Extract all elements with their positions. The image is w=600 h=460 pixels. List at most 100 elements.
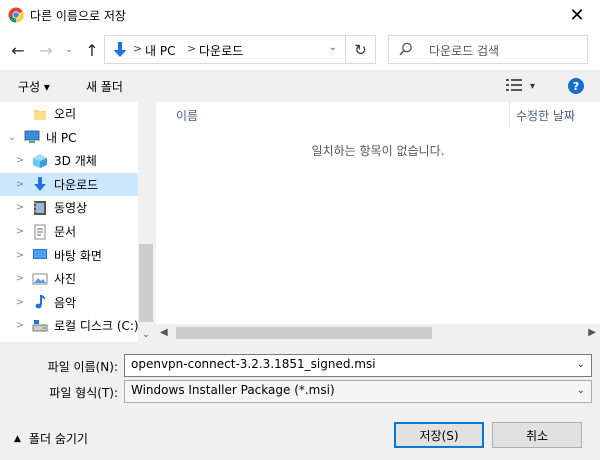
scroll-down-icon[interactable]: ⌄ xyxy=(138,328,154,342)
hide-folders-label: 폴더 숨기기 xyxy=(28,432,88,446)
back-arrow-icon: ← xyxy=(11,40,25,60)
tree-item-label: 사진 xyxy=(54,272,77,287)
search-placeholder: 다운로드 검색 xyxy=(429,44,500,58)
back-button[interactable]: ← xyxy=(8,40,28,60)
up-arrow-icon: ↑ xyxy=(85,40,99,60)
view-options-button[interactable]: ▾ xyxy=(506,78,542,94)
command-toolbar: 구성 ▾ 새 폴더 ▾ xyxy=(0,70,600,102)
documents-icon xyxy=(32,224,48,240)
tree-item[interactable]: > 사진 xyxy=(0,267,138,290)
cancel-button-label: 취소 xyxy=(525,428,549,443)
breadcrumb-separator: > xyxy=(187,42,197,55)
address-bar[interactable]: > 내 PC > 다운로드 ⌄ xyxy=(104,35,346,64)
chevron-right-icon[interactable]: > xyxy=(14,155,26,166)
tree-item-label: 내 PC xyxy=(46,130,77,145)
close-button[interactable]: ✕ xyxy=(554,0,600,30)
tree-item[interactable]: > 바탕 화면 xyxy=(0,244,138,267)
chrome-icon xyxy=(8,7,24,23)
pc-icon xyxy=(24,129,40,145)
help-button[interactable]: ? xyxy=(568,78,584,94)
close-icon: ✕ xyxy=(569,4,585,26)
search-input[interactable]: 다운로드 검색 xyxy=(388,35,588,64)
save-form: 파일 이름(N): openvpn-connect-3.2.3.1851_sig… xyxy=(0,342,600,460)
chevron-right-icon[interactable]: > xyxy=(14,226,26,237)
address-dropdown-icon[interactable]: ⌄ xyxy=(329,42,337,53)
tree-item-label: 오리 xyxy=(54,107,77,121)
chevron-right-icon[interactable]: > xyxy=(14,179,26,190)
title-bar: 다른 이름으로 저장 ✕ xyxy=(0,0,600,30)
column-header-name[interactable]: 이름 xyxy=(176,107,198,133)
tree-item-label: 다운로드 xyxy=(54,177,99,192)
refresh-icon: ↻ xyxy=(354,40,367,59)
tree-item[interactable]: > 다운로드 xyxy=(0,172,138,196)
up-button[interactable]: ↑ xyxy=(82,40,102,60)
chevron-right-icon[interactable]: > xyxy=(14,297,26,308)
tree-item[interactable]: > 로컬 디스크 (C:) xyxy=(0,314,139,337)
filetype-label: 파일 형식(T): xyxy=(49,386,118,400)
folder-icon xyxy=(32,106,48,122)
tree-item-label: 바탕 화면 xyxy=(54,248,102,263)
hide-folders-button[interactable]: ▲ 폴더 숨기기 xyxy=(14,430,88,447)
filename-field[interactable]: openvpn-connect-3.2.3.1851_signed.msi ⌄ xyxy=(124,354,592,377)
videos-icon xyxy=(32,200,48,216)
save-as-dialog: 다른 이름으로 저장 ✕ ← → ⌄ ↑ > 내 PC > 다운로드 ⌄ ↻ 다… xyxy=(0,0,600,460)
tree-item[interactable]: >3D 개체 xyxy=(0,149,138,172)
recent-locations-button[interactable]: ⌄ xyxy=(62,40,76,60)
chevron-down-icon[interactable]: ⌄ xyxy=(6,132,18,143)
cancel-button[interactable]: 취소 xyxy=(492,422,582,448)
refresh-button[interactable]: ↻ xyxy=(346,35,376,64)
navigation-pane-scrollbar[interactable]: ⌄ xyxy=(138,102,154,342)
tree-item[interactable]: > 문서 xyxy=(0,220,138,243)
forward-button[interactable]: → xyxy=(36,40,56,60)
downloads-icon xyxy=(32,176,48,192)
local-disk-icon xyxy=(32,318,48,334)
chevron-right-icon[interactable]: > xyxy=(14,250,26,261)
tree-item-label: 3D 개체 xyxy=(54,154,97,169)
column-header-date-modified[interactable]: 수정한 날짜 xyxy=(516,107,575,133)
save-button[interactable]: 저장(S) xyxy=(394,422,484,448)
filename-dropdown-icon[interactable]: ⌄ xyxy=(577,359,585,370)
filename-value: openvpn-connect-3.2.3.1851_signed.msi xyxy=(131,357,376,371)
forward-arrow-icon: → xyxy=(39,40,53,60)
horizontal-scrollbar[interactable]: ◀ ▶ xyxy=(156,324,600,342)
help-icon: ? xyxy=(572,79,580,93)
search-icon xyxy=(399,42,413,56)
filetype-select[interactable]: Windows Installer Package (*.msi) ⌄ xyxy=(124,380,592,403)
tree-item-label: 동영상 xyxy=(54,201,88,216)
breadcrumb-my-pc[interactable]: 내 PC xyxy=(145,42,175,59)
pictures-icon xyxy=(32,271,48,287)
chevron-right-icon[interactable]: > xyxy=(14,320,26,331)
scrollbar-thumb[interactable] xyxy=(139,244,153,322)
column-divider[interactable] xyxy=(509,102,510,128)
new-folder-button[interactable]: 새 폴더 xyxy=(86,78,123,95)
scroll-left-icon[interactable]: ◀ xyxy=(160,327,168,338)
window-title: 다른 이름으로 저장 xyxy=(30,9,126,23)
tree-item[interactable]: > 음악 xyxy=(0,291,138,314)
music-icon xyxy=(32,294,48,310)
chevron-right-icon[interactable]: > xyxy=(14,273,26,284)
navigation-bar: ← → ⌄ ↑ > 내 PC > 다운로드 ⌄ ↻ 다운로드 검색 xyxy=(0,30,600,70)
tree-item[interactable]: > 동영상 xyxy=(0,196,138,219)
scroll-right-icon[interactable]: ▶ xyxy=(588,327,596,338)
breadcrumb-downloads[interactable]: 다운로드 xyxy=(199,42,243,59)
filetype-value: Windows Installer Package (*.msi) xyxy=(131,383,335,397)
desktop-icon xyxy=(32,247,48,263)
organize-button[interactable]: 구성 ▾ xyxy=(18,78,50,95)
breadcrumb-separator: > xyxy=(133,42,143,55)
empty-folder-message: 일치하는 항목이 없습니다. xyxy=(311,144,445,158)
file-list-pane: 이름 수정한 날짜 일치하는 항목이 없습니다. ◀ ▶ xyxy=(156,102,600,342)
navigation-pane: 오리 ⌄ 내 PC >3D 개체 > 다운로드 > 동영상 > 문서 > 바탕 화면 > 사진 > 음악 > 로컬… xyxy=(0,102,154,342)
tree-item[interactable]: ⌄ 내 PC xyxy=(0,126,138,149)
view-dropdown-icon: ▾ xyxy=(530,80,536,92)
filename-label: 파일 이름(N): xyxy=(47,360,118,374)
3d-objects-icon xyxy=(32,153,48,169)
tree-item[interactable]: 오리 xyxy=(0,102,138,125)
chevron-down-icon: ⌄ xyxy=(65,45,73,55)
download-arrow-icon xyxy=(111,41,129,59)
save-button-label: 저장(S) xyxy=(419,428,459,443)
collapse-up-icon: ▲ xyxy=(14,433,21,444)
filetype-dropdown-icon: ⌄ xyxy=(576,385,585,396)
chevron-right-icon[interactable]: > xyxy=(14,202,26,213)
scrollbar-thumb[interactable] xyxy=(176,327,432,339)
tree-item-label: 음악 xyxy=(54,295,77,310)
